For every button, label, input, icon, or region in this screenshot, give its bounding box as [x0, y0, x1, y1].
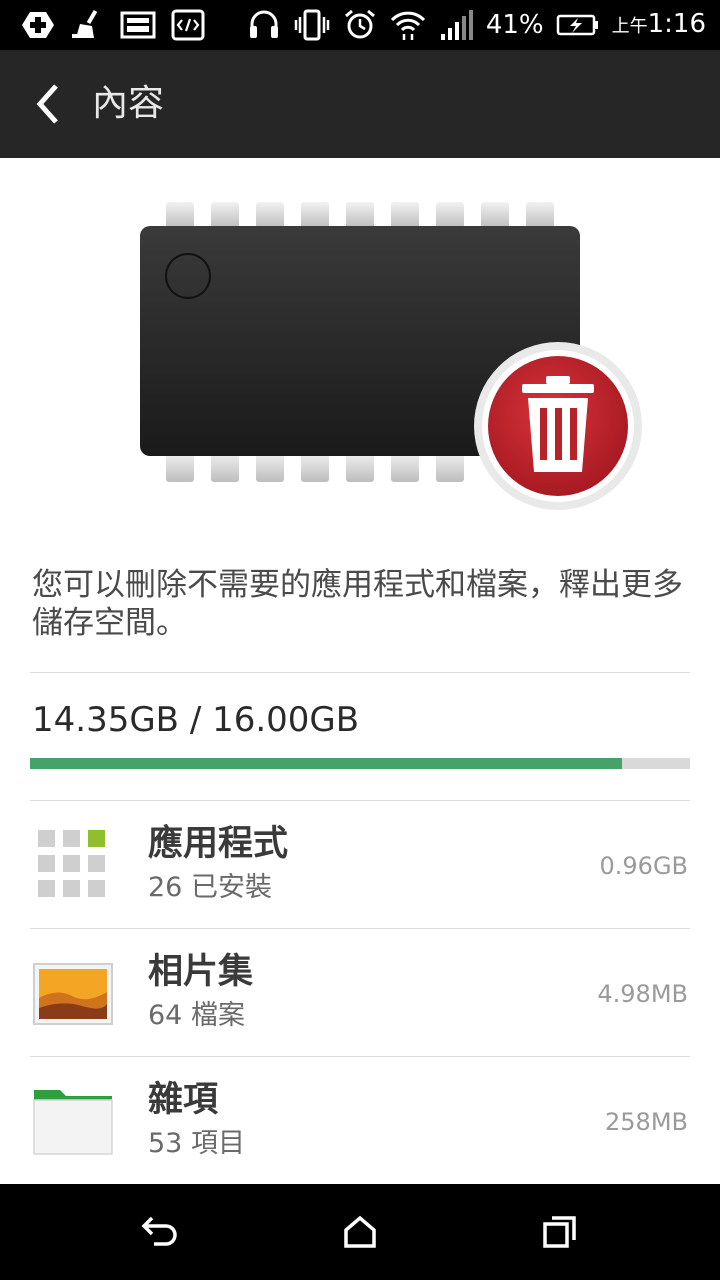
chevron-left-icon: [36, 84, 58, 124]
battery-charging-icon: [556, 14, 598, 36]
list-item-misc[interactable]: 雜項 53 項目 258MB: [0, 1058, 720, 1186]
wifi-icon: [390, 11, 425, 40]
home-icon: [344, 1215, 376, 1248]
storage-progress-bar: [30, 758, 690, 769]
item-subtitle: 53 項目: [148, 1128, 245, 1159]
storage-chip-illustration: [140, 202, 642, 510]
vibrate-icon: [294, 9, 330, 41]
item-size: 4.98MB: [597, 980, 688, 1008]
divider: [30, 928, 690, 929]
item-size: 0.96GB: [599, 852, 689, 880]
chip-pins-top: [166, 202, 554, 228]
chip-pins-bottom: [166, 452, 464, 482]
item-subtitle: 64 檔案: [148, 1000, 245, 1031]
storage-progress-fill: [30, 758, 623, 769]
description-text: 您可以刪除不需要的應用程式和檔案，釋出更多儲存空間。: [32, 567, 683, 641]
item-title: 應用程式: [148, 824, 289, 864]
apps-grid-icon: [38, 830, 105, 897]
image-notification-icon: [120, 11, 156, 39]
divider: [30, 1056, 690, 1057]
navigation-bar: [0, 1184, 720, 1280]
nav-home-button[interactable]: [320, 1202, 400, 1262]
headset-icon: [249, 10, 278, 38]
item-title: 相片集: [148, 952, 254, 992]
cleaner-icon: [72, 9, 98, 38]
item-subtitle: 26 已安裝: [148, 872, 272, 903]
list-item-photos[interactable]: 相片集 64 檔案 4.98MB: [0, 930, 720, 1058]
battery-percent: 41%: [485, 10, 544, 40]
status-bar: 41% 上午1:16: [0, 0, 720, 50]
nav-back-button[interactable]: [120, 1202, 200, 1262]
action-bar: 內容: [0, 50, 720, 158]
trash-badge: [474, 342, 642, 510]
item-title: 雜項: [148, 1080, 219, 1120]
list-item-apps[interactable]: 應用程式 26 已安裝 0.96GB: [0, 802, 720, 930]
signal-icon: [440, 10, 473, 40]
divider: [30, 800, 690, 801]
photo-album-icon: [33, 963, 113, 1025]
nav-recents-button[interactable]: [520, 1202, 600, 1262]
divider: [30, 672, 690, 673]
alarm-icon: [344, 9, 375, 39]
storage-usage-text: 14.35GB / 16.00GB: [32, 700, 360, 740]
folder-icon: [33, 1090, 113, 1155]
item-size: 258MB: [605, 1108, 688, 1136]
back-arrow-icon: [141, 1216, 177, 1246]
recent-apps-icon: [543, 1216, 576, 1248]
clock: 上午1:16: [611, 8, 706, 39]
add-notification-icon: [22, 12, 54, 38]
code-notification-icon: [171, 9, 205, 41]
back-button[interactable]: [20, 74, 76, 134]
page-title: 內容: [92, 83, 165, 124]
